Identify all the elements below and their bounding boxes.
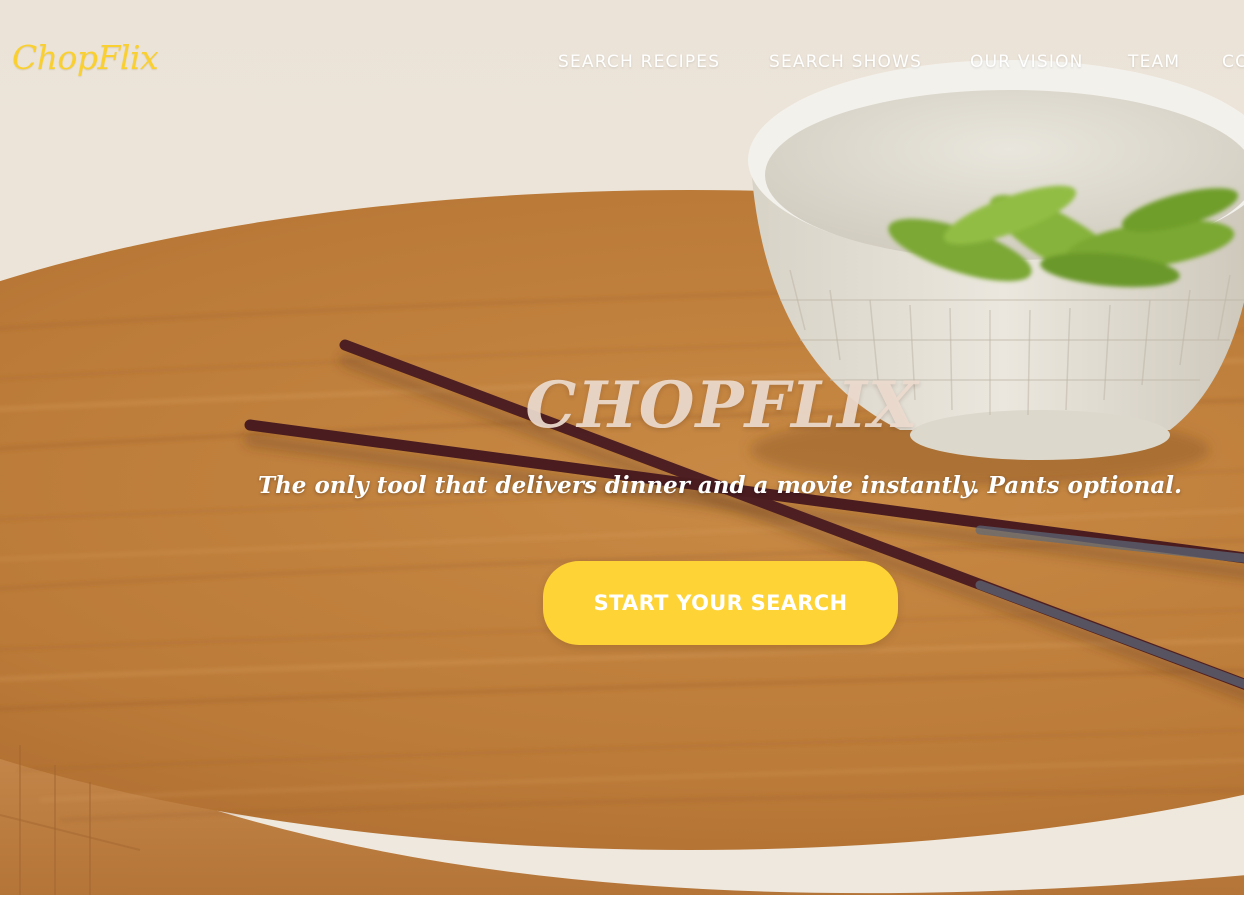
nav-item-our-vision[interactable]: OUR VISION — [970, 52, 1084, 72]
start-search-button[interactable]: START YOUR SEARCH — [543, 561, 898, 645]
nav-item-search-recipes[interactable]: SEARCH RECIPES — [558, 52, 720, 72]
main-nav: SEARCH RECIPES SEARCH SHOWS OUR VISION T… — [0, 52, 1244, 76]
nav-item-contact[interactable]: CONTACT — [1222, 52, 1244, 72]
nav-item-team[interactable]: TEAM — [1128, 52, 1180, 72]
hero-section: ChopFlix SEARCH RECIPES SEARCH SHOWS OUR… — [0, 0, 1244, 895]
page: ChopFlix SEARCH RECIPES SEARCH SHOWS OUR… — [0, 0, 1244, 917]
page-bottom-strip — [0, 895, 1244, 917]
hero-title: CHOPFLIX — [525, 368, 919, 443]
nav-overflow-clip: CONTACT — [1222, 52, 1244, 76]
nav-item-search-shows[interactable]: SEARCH SHOWS — [769, 52, 922, 72]
hero-background-image — [0, 0, 1244, 895]
hero-tagline: The only tool that delivers dinner and a… — [257, 472, 1183, 499]
